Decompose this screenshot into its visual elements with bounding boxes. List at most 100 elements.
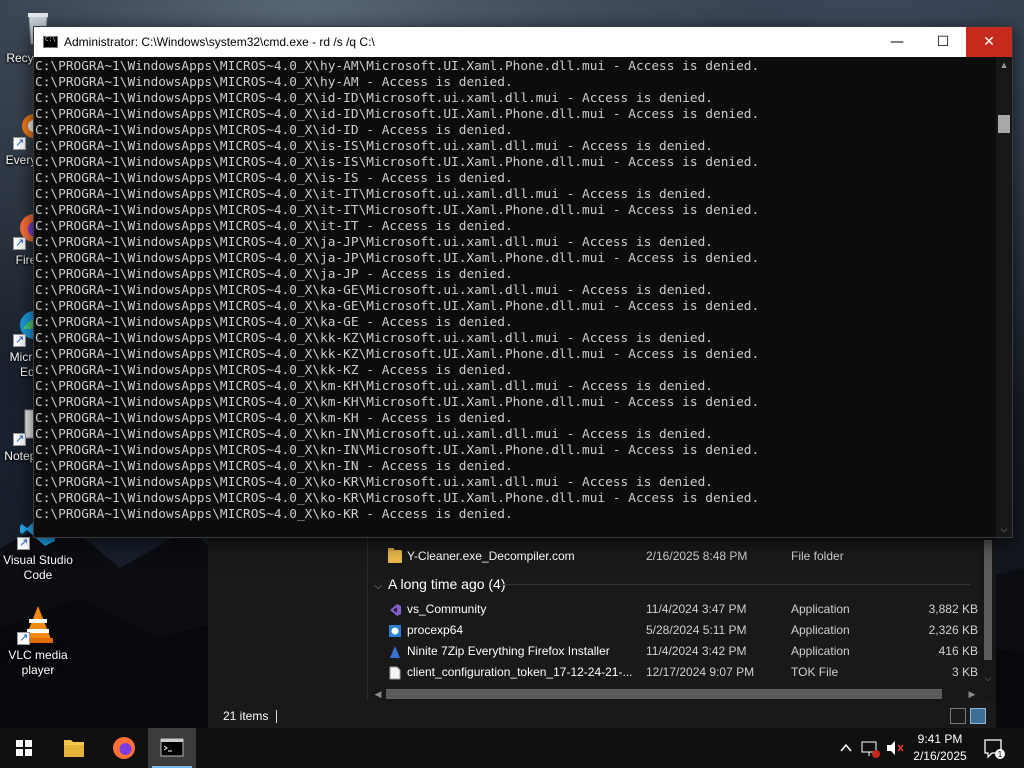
- console-line: C:\PROGRA~1\WindowsApps\MICROS~4.0_X\is-…: [35, 139, 713, 154]
- scroll-down-arrow-icon[interactable]: ⌵: [996, 521, 1012, 537]
- console-line: C:\PROGRA~1\WindowsApps\MICROS~4.0_X\km-…: [35, 379, 713, 394]
- item-count: 21 items: [223, 709, 269, 723]
- taskbar: 9:41 PM 2/16/2025 1: [0, 728, 1024, 768]
- file-type: Application: [791, 644, 850, 658]
- taskbar-file-explorer[interactable]: [50, 728, 98, 768]
- cmd-icon: [43, 36, 58, 48]
- clock-date: 2/16/2025: [913, 749, 967, 763]
- console-line: C:\PROGRA~1\WindowsApps\MICROS~4.0_X\hy-…: [35, 75, 513, 90]
- show-hidden-icons-chevron-icon[interactable]: [836, 728, 856, 768]
- scroll-up-arrow-icon[interactable]: ▲: [996, 57, 1012, 73]
- ninite-icon: [388, 645, 402, 658]
- file-row[interactable]: procexp64 5/28/2024 5:11 PM Application …: [370, 620, 980, 641]
- scrollbar-thumb[interactable]: [386, 689, 942, 699]
- volume-muted-icon[interactable]: [882, 728, 906, 768]
- group-divider: [500, 584, 970, 585]
- group-header[interactable]: ⌵ A long time ago (4): [374, 574, 506, 594]
- file-name: vs_Community: [407, 602, 487, 616]
- scroll-left-arrow-icon[interactable]: ◀: [370, 686, 386, 702]
- start-button[interactable]: [0, 728, 48, 768]
- console-line: C:\PROGRA~1\WindowsApps\MICROS~4.0_X\kk-…: [35, 363, 513, 378]
- file-icon: [388, 666, 402, 680]
- clock-time: 9:41 PM: [917, 732, 963, 746]
- console-line: C:\PROGRA~1\WindowsApps\MICROS~4.0_X\ka-…: [35, 299, 760, 314]
- console-line: C:\PROGRA~1\WindowsApps\MICROS~4.0_X\kk-…: [35, 331, 713, 346]
- console-line: C:\PROGRA~1\WindowsApps\MICROS~4.0_X\ko-…: [35, 507, 513, 522]
- file-size: 3 KB: [951, 665, 978, 679]
- vs-installer-icon: [388, 603, 402, 616]
- desktop-icon-vlc[interactable]: VLC media player: [0, 603, 76, 678]
- minimize-button[interactable]: —: [874, 27, 920, 57]
- group-label: A long time ago (4): [388, 576, 506, 592]
- shortcut-arrow-icon: [17, 535, 30, 550]
- svg-text:1: 1: [998, 750, 1003, 759]
- shortcut-arrow-icon: [13, 235, 26, 250]
- file-row[interactable]: client_configuration_token_17-12-24-21-.…: [370, 662, 980, 683]
- console-line: C:\PROGRA~1\WindowsApps\MICROS~4.0_X\km-…: [35, 395, 760, 410]
- taskbar-firefox[interactable]: [100, 728, 148, 768]
- console-line: C:\PROGRA~1\WindowsApps\MICROS~4.0_X\is-…: [35, 155, 760, 170]
- console-scrollbar[interactable]: ▲ ⌵: [996, 57, 1012, 537]
- procexp-icon: [388, 624, 402, 637]
- navigation-pane[interactable]: [208, 520, 368, 700]
- desktop-icon-label: Visual Studio Code: [3, 553, 73, 582]
- shortcut-arrow-icon: [13, 332, 26, 347]
- file-type: File folder: [791, 549, 844, 563]
- windows-logo-icon: [16, 740, 32, 756]
- file-type: Application: [791, 602, 850, 616]
- console-line: C:\PROGRA~1\WindowsApps\MICROS~4.0_X\it-…: [35, 203, 760, 218]
- file-type: Application: [791, 623, 850, 637]
- chevron-down-icon: ⌵: [374, 580, 383, 592]
- taskbar-command-prompt[interactable]: [148, 728, 196, 768]
- console-line: C:\PROGRA~1\WindowsApps\MICROS~4.0_X\ka-…: [35, 315, 513, 330]
- scrollbar-thumb[interactable]: [984, 540, 992, 660]
- file-name: Y-Cleaner.exe_Decompiler.com: [407, 549, 575, 563]
- command-prompt-window: Administrator: C:\Windows\system32\cmd.e…: [33, 26, 1013, 538]
- desktop-icon-label: VLC media player: [8, 648, 68, 677]
- shortcut-arrow-icon: [13, 431, 26, 446]
- file-size: 3,882 KB: [928, 602, 978, 616]
- file-row[interactable]: vs_Community 11/4/2024 3:47 PM Applicati…: [370, 599, 980, 620]
- shortcut-arrow-icon: [13, 135, 26, 150]
- file-name: Ninite 7Zip Everything Firefox Installer: [407, 644, 610, 658]
- title-bar[interactable]: Administrator: C:\Windows\system32\cmd.e…: [34, 27, 1012, 57]
- console-line: C:\PROGRA~1\WindowsApps\MICROS~4.0_X\ko-…: [35, 475, 713, 490]
- large-icons-view-icon[interactable]: [970, 708, 986, 724]
- horizontal-scrollbar[interactable]: ◀ ▶: [370, 686, 980, 702]
- file-list: ProcessExplorer 2/16/2025 8:24 PM File f…: [370, 520, 980, 700]
- shortcut-arrow-icon: [17, 630, 30, 645]
- network-disconnected-icon[interactable]: [858, 728, 882, 768]
- console-line: C:\PROGRA~1\WindowsApps\MICROS~4.0_X\kk-…: [35, 347, 760, 362]
- console-line: C:\PROGRA~1\WindowsApps\MICROS~4.0_X\ja-…: [35, 251, 760, 266]
- notification-center-button[interactable]: 1: [976, 728, 1010, 768]
- console-line: C:\PROGRA~1\WindowsApps\MICROS~4.0_X\kn-…: [35, 427, 713, 442]
- status-bar: 21 items: [208, 704, 996, 728]
- console-line: C:\PROGRA~1\WindowsApps\MICROS~4.0_X\it-…: [35, 187, 713, 202]
- system-clock[interactable]: 9:41 PM 2/16/2025: [905, 731, 975, 765]
- file-date: 12/17/2024 9:07 PM: [646, 665, 755, 679]
- console-line: C:\PROGRA~1\WindowsApps\MICROS~4.0_X\ko-…: [35, 491, 760, 506]
- firefox-icon: [113, 737, 135, 759]
- vertical-scrollbar[interactable]: ▲ ⌵: [980, 520, 996, 700]
- console-line: C:\PROGRA~1\WindowsApps\MICROS~4.0_X\ja-…: [35, 267, 513, 282]
- file-date: 11/4/2024 3:47 PM: [646, 602, 747, 616]
- console-output[interactable]: C:\PROGRA~1\WindowsApps\MICROS~4.0_X\hy-…: [34, 57, 996, 537]
- close-button[interactable]: ✕: [966, 27, 1012, 57]
- console-line: C:\PROGRA~1\WindowsApps\MICROS~4.0_X\id-…: [35, 91, 713, 106]
- file-size: 416 KB: [938, 644, 978, 658]
- file-type: TOK File: [791, 665, 839, 679]
- scrollbar-thumb[interactable]: [998, 115, 1010, 133]
- scroll-down-arrow-icon[interactable]: ⌵: [980, 670, 996, 686]
- vlc-icon: [17, 603, 59, 645]
- scroll-right-arrow-icon[interactable]: ▶: [964, 686, 980, 702]
- console-line: C:\PROGRA~1\WindowsApps\MICROS~4.0_X\hy-…: [35, 59, 760, 74]
- details-view-icon[interactable]: [950, 708, 966, 724]
- file-row[interactable]: Y-Cleaner.exe_Decompiler.com 2/16/2025 8…: [370, 546, 980, 567]
- file-explorer-icon: [64, 740, 84, 757]
- file-date: 11/4/2024 3:42 PM: [646, 644, 747, 658]
- file-name: procexp64: [407, 623, 464, 637]
- maximize-button[interactable]: ☐: [920, 27, 966, 57]
- file-row[interactable]: Ninite 7Zip Everything Firefox Installer…: [370, 641, 980, 662]
- window-title: Administrator: C:\Windows\system32\cmd.e…: [64, 35, 375, 49]
- file-size: 2,326 KB: [928, 623, 978, 637]
